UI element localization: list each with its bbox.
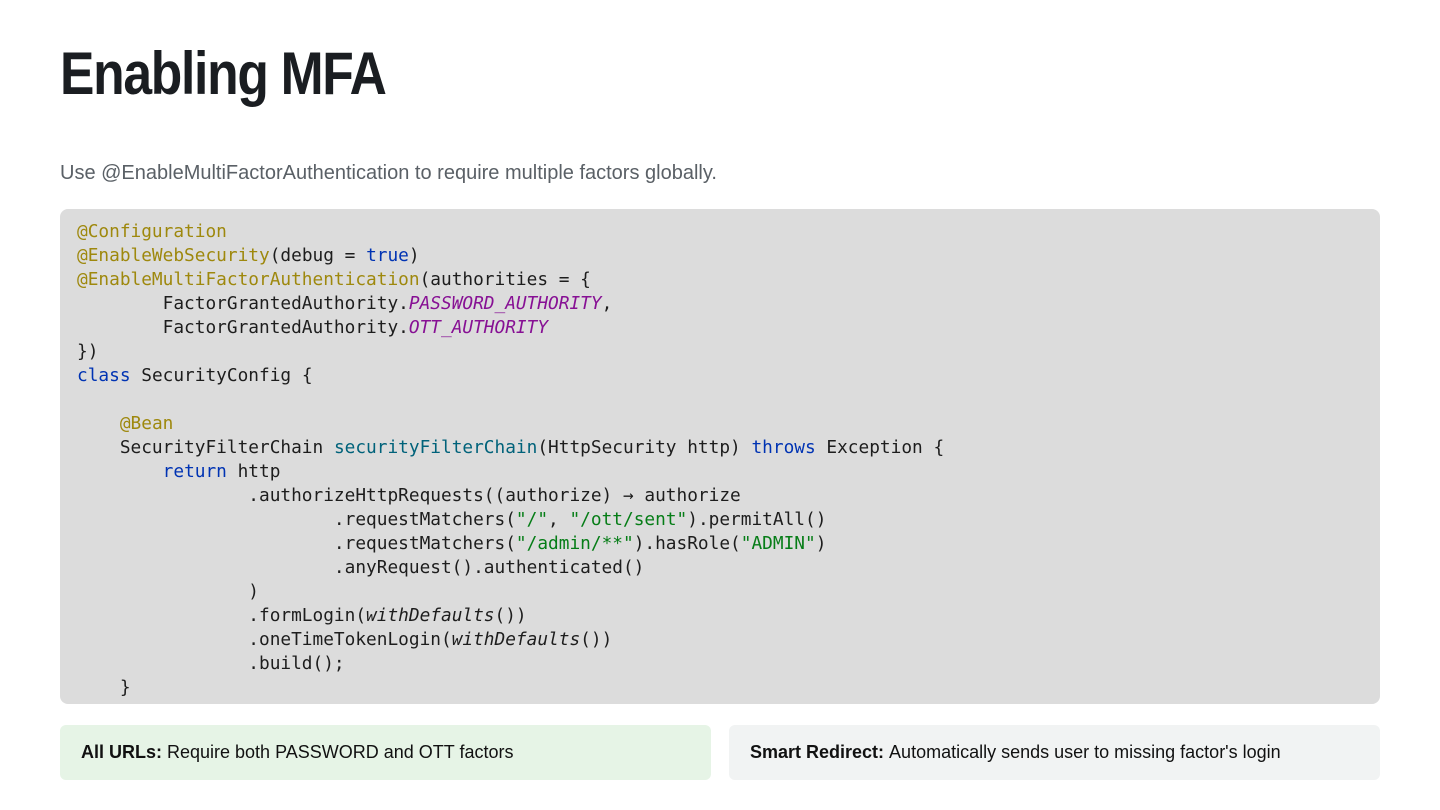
code-line: class SecurityConfig { [77, 365, 313, 386]
code-token: .authorizeHttpRequests((authorize) → aut… [77, 485, 741, 506]
code-token: .formLogin( [77, 605, 367, 626]
code-line: return http [77, 461, 281, 482]
code-token: @EnableMultiFactorAuthentication [77, 269, 420, 290]
code-token: SecurityConfig { [130, 365, 313, 386]
code-token: ).hasRole( [633, 533, 741, 554]
code-token: return [162, 461, 227, 482]
code-token: "/ott/sent" [569, 509, 688, 530]
code-line: ) [77, 581, 259, 602]
code-line: .build(); [77, 653, 345, 674]
code-token: true [366, 245, 409, 266]
card-label: All URLs: [81, 742, 162, 762]
code-token: ()) [494, 605, 527, 626]
code-token: SecurityFilterChain [77, 437, 334, 458]
code-token: .requestMatchers( [77, 509, 516, 530]
code-line: .formLogin(withDefaults()) [77, 605, 527, 626]
code-token: "/admin/**" [515, 533, 634, 554]
code-token: , [601, 293, 613, 314]
code-token: @EnableWebSecurity [77, 245, 270, 266]
info-card-all-urls: All URLs: Require both PASSWORD and OTT … [60, 725, 711, 780]
code-token: FactorGrantedAuthority. [77, 317, 409, 338]
code-token: throws [751, 437, 816, 458]
code-token: .build(); [77, 653, 345, 674]
page-title: Enabling MFA [60, 40, 387, 107]
page-subtitle: Use @EnableMultiFactorAuthentication to … [60, 162, 717, 184]
code-line: @Configuration [77, 221, 227, 242]
code-line: @Bean [77, 413, 174, 434]
code-line: .anyRequest().authenticated() [77, 557, 644, 578]
code-token: @Configuration [77, 221, 227, 242]
code-token: (HttpSecurity http) [537, 437, 752, 458]
card-text: Automatically sends user to missing fact… [889, 742, 1281, 762]
code-line: .authorizeHttpRequests((authorize) → aut… [77, 485, 741, 506]
code-line: FactorGrantedAuthority.OTT_AUTHORITY [77, 317, 548, 338]
code-token: (debug = [269, 245, 367, 266]
card-label: Smart Redirect: [750, 742, 885, 762]
code-token: securityFilterChain [333, 437, 538, 458]
code-line: } [77, 677, 131, 698]
code-line: .requestMatchers("/admin/**").hasRole("A… [77, 533, 826, 554]
code-token: withDefaults [366, 605, 495, 626]
code-token: "/" [515, 509, 549, 530]
code-content: @Configuration @EnableWebSecurity(debug … [77, 220, 944, 700]
code-token: @Bean [119, 413, 174, 434]
code-token: ).permitAll() [687, 509, 827, 530]
code-token: OTT_AUTHORITY [408, 317, 549, 338]
code-token: } [77, 677, 131, 698]
code-line: .requestMatchers("/", "/ott/sent").permi… [77, 509, 826, 530]
code-token: }) [77, 341, 99, 362]
card-text: Require both PASSWORD and OTT factors [167, 742, 514, 762]
code-line: @EnableWebSecurity(debug = true) [77, 245, 420, 266]
code-token: ) [815, 533, 827, 554]
code-token: http [226, 461, 281, 482]
code-line: SecurityFilterChain securityFilterChain(… [77, 437, 944, 458]
code-token: .requestMatchers( [77, 533, 516, 554]
code-token: withDefaults [451, 629, 581, 650]
code-line: @EnableMultiFactorAuthentication(authori… [77, 269, 591, 290]
code-token: ()) [580, 629, 613, 650]
code-block: @Configuration @EnableWebSecurity(debug … [60, 209, 1380, 704]
code-token: FactorGrantedAuthority. [77, 293, 409, 314]
code-token: class [77, 365, 131, 386]
code-token: ) [408, 245, 420, 266]
code-line: }) [77, 341, 98, 362]
code-token: .anyRequest().authenticated() [77, 557, 645, 578]
code-line: .oneTimeTokenLogin(withDefaults()) [77, 629, 612, 650]
code-token: .oneTimeTokenLogin( [77, 629, 452, 650]
info-card-smart-redirect: Smart Redirect: Automatically sends user… [729, 725, 1380, 780]
code-line: FactorGrantedAuthority.PASSWORD_AUTHORIT… [77, 293, 613, 314]
code-token: ) [77, 581, 259, 602]
code-token: (authorities = { [419, 269, 591, 290]
code-token: PASSWORD_AUTHORITY [408, 293, 602, 314]
code-token: , [548, 509, 570, 530]
code-token: "ADMIN" [740, 533, 816, 554]
code-token: Exception { [815, 437, 945, 458]
